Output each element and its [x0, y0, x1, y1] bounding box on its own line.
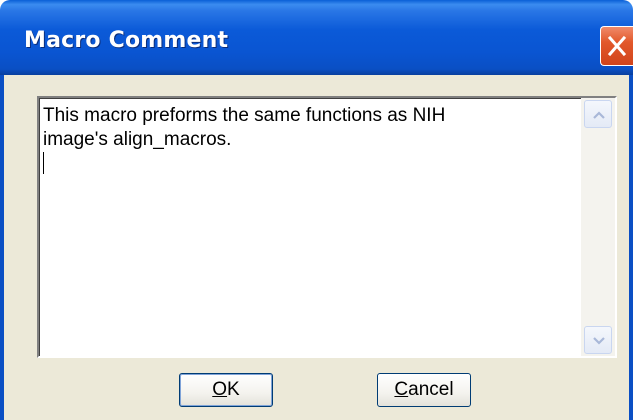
scroll-up-button[interactable] — [584, 100, 612, 128]
cancel-button[interactable]: Cancel — [377, 373, 471, 407]
scroll-down-button[interactable] — [584, 326, 612, 354]
ok-button[interactable]: OK — [179, 373, 273, 407]
comment-textarea[interactable]: This macro preforms the same functions a… — [37, 96, 617, 358]
macro-comment-dialog: Macro Comment This macro preforms the sa… — [0, 0, 633, 420]
text-caret — [43, 152, 44, 174]
window-frame-right — [629, 75, 633, 420]
vertical-scrollbar[interactable] — [581, 98, 615, 356]
ok-label-rest: K — [227, 379, 240, 400]
window-title: Macro Comment — [24, 28, 229, 53]
ok-accel-letter: O — [212, 379, 228, 400]
cancel-label-rest: ancel — [408, 379, 454, 400]
title-bar[interactable]: Macro Comment — [0, 0, 633, 75]
comment-text[interactable]: This macro preforms the same functions a… — [43, 104, 573, 349]
dialog-client-area: This macro preforms the same functions a… — [4, 75, 629, 420]
comment-text-content: This macro preforms the same functions a… — [43, 105, 446, 150]
close-x-icon — [607, 35, 627, 57]
close-button[interactable] — [600, 26, 633, 66]
chevron-up-icon — [593, 111, 605, 119]
cancel-accel-letter: C — [394, 379, 409, 400]
chevron-down-icon — [593, 337, 605, 345]
